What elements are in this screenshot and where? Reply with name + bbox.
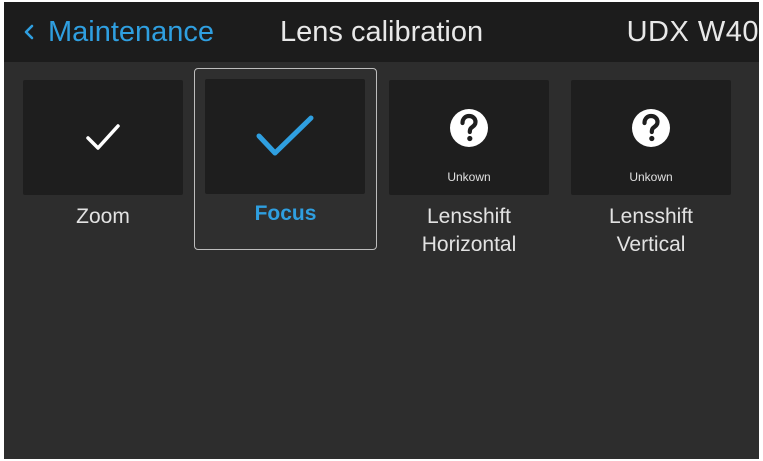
lensshift-horizontal-status-tile: Unkown [389, 80, 549, 195]
calibration-item-focus[interactable]: Focus [194, 68, 377, 250]
page-title: Lens calibration [280, 16, 484, 48]
lens-calibration-screen: Maintenance Lens calibration UDX W40 Zoo… [4, 2, 759, 459]
back-button[interactable]: Maintenance [24, 2, 214, 62]
zoom-label: Zoom [76, 205, 130, 228]
lensshift-vertical-label-line2: Vertical [616, 233, 686, 256]
focus-label: Focus [254, 202, 317, 225]
header-bar: Maintenance Lens calibration UDX W40 [4, 2, 759, 62]
lensshift-horizontal-label-line1: Lensshift [426, 205, 512, 228]
focus-status-tile [205, 79, 365, 194]
question-icon [450, 109, 488, 147]
question-icon [632, 109, 670, 147]
lensshift-vertical-label-line1: Lensshift [608, 205, 694, 228]
status-text: Unkown [447, 170, 491, 184]
checkmark-icon [256, 115, 314, 156]
back-label: Maintenance [48, 15, 215, 48]
device-model: UDX W40 [626, 16, 759, 48]
chevron-left-icon [24, 24, 34, 40]
calibration-item-lensshift-horizontal[interactable]: Unkown Lensshift Horizontal [389, 80, 549, 265]
lensshift-vertical-status-tile: Unkown [571, 80, 731, 195]
zoom-status-tile [23, 80, 183, 195]
calibration-item-lensshift-vertical[interactable]: Unkown Lensshift Vertical [571, 80, 731, 265]
status-text: Unkown [629, 170, 673, 184]
lensshift-horizontal-label-line2: Horizontal [421, 233, 517, 256]
checkmark-icon [86, 124, 120, 150]
calibration-item-zoom[interactable]: Zoom [23, 80, 183, 230]
